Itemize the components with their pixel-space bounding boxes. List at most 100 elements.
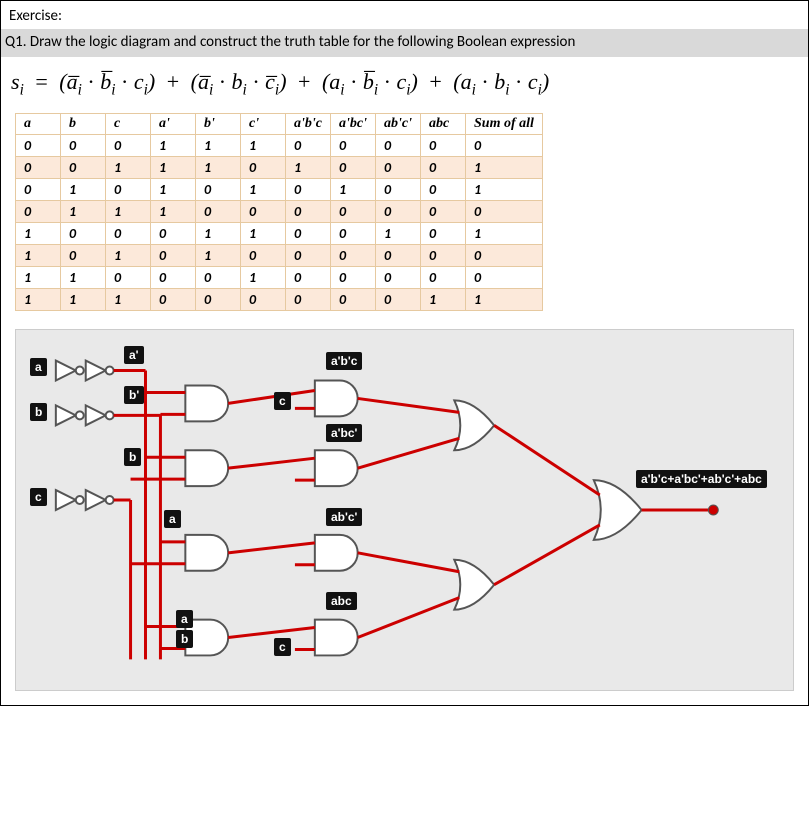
table-cell: 0 — [61, 157, 106, 179]
table-cell: 0 — [376, 245, 421, 267]
table-cell: 1 — [241, 223, 286, 245]
table-cell: 1 — [286, 157, 331, 179]
document-page: Exercise: Q1. Draw the logic diagram and… — [0, 0, 809, 706]
table-cell: 0 — [16, 135, 61, 157]
table-cell: 0 — [16, 201, 61, 223]
label-term3: ab'c' — [326, 508, 362, 526]
table-cell: 1 — [196, 245, 241, 267]
table-cell: 0 — [421, 201, 466, 223]
and-gate — [185, 451, 228, 487]
table-cell: 0 — [196, 289, 241, 311]
table-cell: 0 — [331, 245, 376, 267]
table-cell: 0 — [196, 267, 241, 289]
label-a-tag: a — [164, 510, 181, 528]
eq-term-2: (a̅i · bi · c̅i) — [191, 69, 287, 94]
table-cell: 0 — [16, 157, 61, 179]
table-cell: 0 — [151, 223, 196, 245]
and-gate — [185, 535, 228, 571]
table-cell: 0 — [61, 223, 106, 245]
table-cell: 1 — [421, 289, 466, 311]
table-cell: 0 — [196, 179, 241, 201]
table-row: 01010101001 — [16, 179, 543, 201]
or-gate — [454, 401, 494, 451]
table-cell: 0 — [151, 267, 196, 289]
table-cell: 0 — [421, 245, 466, 267]
eq-plus-2: + — [292, 69, 316, 94]
eq-plus-3: + — [423, 69, 447, 94]
label-term4: abc — [326, 592, 357, 610]
circuit-svg — [16, 330, 793, 690]
table-cell: 1 — [241, 179, 286, 201]
eq-plus-1: + — [161, 69, 185, 94]
label-output: a'b'c+a'bc'+ab'c'+abc — [636, 470, 767, 488]
table-cell: 0 — [331, 135, 376, 157]
table-cell: 0 — [286, 245, 331, 267]
table-cell: 1 — [241, 267, 286, 289]
table-cell: 1 — [106, 245, 151, 267]
table-header: c — [106, 114, 151, 135]
table-cell: 0 — [196, 201, 241, 223]
table-cell: 0 — [376, 201, 421, 223]
label-b-tag: b — [124, 448, 141, 466]
table-cell: 0 — [106, 135, 151, 157]
table-cell: 0 — [331, 201, 376, 223]
table-cell: 1 — [196, 135, 241, 157]
table-cell: 0 — [286, 201, 331, 223]
label-b-prime: b' — [124, 386, 144, 404]
and-gate — [315, 535, 358, 571]
table-header-row: abca'b'c'a'b'ca'bc'ab'c'abcSum of all — [16, 114, 543, 135]
or-gate — [454, 560, 494, 610]
table-cell: 1 — [151, 201, 196, 223]
or-gate-final — [594, 481, 642, 541]
table-header: a' — [151, 114, 196, 135]
label-b-dup: b — [176, 630, 193, 648]
table-cell: 1 — [61, 267, 106, 289]
question-text: Q1. Draw the logic diagram and construct… — [1, 29, 808, 57]
table-cell: 0 — [466, 135, 543, 157]
table-cell: 1 — [61, 201, 106, 223]
table-cell: 0 — [376, 267, 421, 289]
table-cell: 0 — [151, 289, 196, 311]
and-gate — [315, 451, 358, 487]
table-cell: 1 — [16, 289, 61, 311]
inverter-a — [56, 361, 114, 381]
table-row: 00111010001 — [16, 157, 543, 179]
table-cell: 0 — [241, 289, 286, 311]
label-a-dup: a — [176, 610, 193, 628]
table-cell: 1 — [61, 289, 106, 311]
table-cell: 0 — [466, 245, 543, 267]
table-header: abc — [421, 114, 466, 135]
label-term1: a'b'c — [326, 352, 362, 370]
and-gate — [315, 381, 358, 417]
table-cell: 1 — [106, 201, 151, 223]
table-row: 10001100101 — [16, 223, 543, 245]
table-cell: 1 — [466, 179, 543, 201]
table-header: a — [16, 114, 61, 135]
label-c-t4: c — [274, 638, 291, 656]
table-cell: 0 — [286, 179, 331, 201]
table-cell: 1 — [16, 223, 61, 245]
table-cell: 0 — [421, 179, 466, 201]
label-term2: a'bc' — [326, 424, 362, 442]
table-cell: 0 — [331, 157, 376, 179]
table-header: b — [61, 114, 106, 135]
table-row: 01110000000 — [16, 201, 543, 223]
table-header: a'bc' — [331, 114, 376, 135]
table-row: 11000100000 — [16, 267, 543, 289]
table-header: a'b'c — [286, 114, 331, 135]
table-cell: 0 — [286, 289, 331, 311]
and-gate — [185, 386, 228, 422]
inverter-b — [56, 406, 114, 426]
table-row: 00011100000 — [16, 135, 543, 157]
table-cell: 0 — [241, 245, 286, 267]
table-cell: 1 — [151, 157, 196, 179]
table-header: Sum of all — [466, 114, 543, 135]
table-cell: 0 — [286, 135, 331, 157]
eq-term-1: (a̅i · b̅i · ci) — [59, 69, 155, 94]
table-cell: 1 — [16, 245, 61, 267]
table-cell: 0 — [466, 267, 543, 289]
truth-table-container: abca'b'c'a'b'ca'bc'ab'c'abcSum of all 00… — [1, 113, 808, 321]
label-input-c: c — [30, 488, 47, 506]
table-cell: 1 — [241, 135, 286, 157]
table-cell: 0 — [376, 135, 421, 157]
